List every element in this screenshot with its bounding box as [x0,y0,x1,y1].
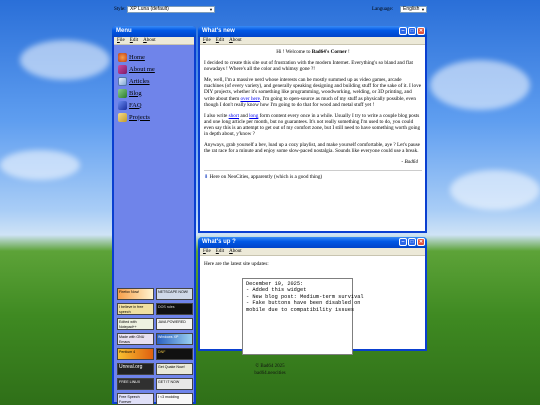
top-bar: Style: XP Luna (default) ▼ Language: Eng… [0,5,540,15]
window-controls: ‒ □ ✕ [399,238,425,246]
nav-item-home[interactable]: Home [118,51,155,63]
menubar-about[interactable]: About [229,248,242,255]
menubar-edit[interactable]: Edit [130,37,138,44]
menubar-file[interactable]: File [117,37,125,44]
nav-item-faq[interactable]: FAQ [118,99,155,111]
menu-window: Menu File Edit About Home About me Artic… [112,26,196,405]
updates-window-menubar: File Edit About [200,248,425,256]
updates-log-textarea[interactable]: December 19, 2025: - Added this widget -… [242,278,364,355]
menubar-about[interactable]: About [143,37,156,44]
nav-item-label: Home [129,53,145,61]
book-icon [118,64,127,74]
close-button[interactable]: ✕ [417,238,425,246]
nav-item-blog[interactable]: Blog [118,87,155,99]
updates-content: Here are the latest site updates: Decemb… [200,256,425,355]
menubar-edit[interactable]: Edit [216,37,224,44]
language-label: Language: [372,7,394,12]
badge-button[interactable]: DOS rules [156,303,193,315]
menubar-edit[interactable]: Edit [216,248,224,255]
badge-button[interactable]: I <3 modding [156,393,193,405]
style-label: Style: [114,7,126,12]
signature: - Bad64 [401,159,418,166]
style-select[interactable]: XP Luna (default) ▼ [127,6,215,13]
language-select[interactable]: English ▼ [400,6,427,13]
cloud [0,150,80,180]
short-form-link[interactable]: short [229,113,239,119]
badge-button[interactable]: Made with GNU Emacs [117,333,154,345]
chevron-down-icon: ▼ [209,7,213,12]
welcome-content: Hi ! Welcome to Bad64's Corner ! I decid… [200,45,425,231]
maximize-button[interactable]: □ [408,27,416,35]
badge-button[interactable]: NETSCAPE NOW! [156,288,193,300]
maximize-button[interactable]: □ [408,238,416,246]
nav-item-about-me[interactable]: About me [118,63,155,75]
nav-item-label: Projects [129,113,150,121]
updates-window-titlebar[interactable]: What's up ? ‒ □ ✕ [198,237,427,248]
closing-paragraph: Anyways, grab yourself a bev, load up a … [204,142,420,155]
updates-window: What's up ? ‒ □ ✕ File Edit About Here a… [198,237,427,355]
help-book-icon [118,100,127,110]
menubar-file[interactable]: File [203,248,211,255]
menubar-file[interactable]: File [203,37,211,44]
badge-button[interactable]: Free Speech Forever [117,393,154,405]
language-select-value: English [403,6,420,12]
nav-list: Home About me Articles Blog FAQ Projects [118,51,155,123]
footer-domain: bad64.neocities [254,371,286,376]
badge-button[interactable]: FREE LINUX [117,378,154,390]
menubar-about[interactable]: About [229,37,242,44]
badge-button[interactable]: Edited with Notepad++ [117,318,154,330]
close-button[interactable]: ✕ [417,27,425,35]
minimize-button[interactable]: ‒ [399,238,407,246]
intro-paragraph: I decided to create this site out of fru… [204,60,413,73]
notepad-icon [118,88,127,98]
writing-paragraph: I also write short and long form content… [204,112,421,138]
folder-icon [118,112,127,122]
style-select-value: XP Luna (default) [130,6,169,12]
house-icon [118,52,127,62]
nav-item-projects[interactable]: Projects [118,111,155,123]
badge-button[interactable]: Pentium 4 [117,348,154,360]
menu-window-menubar: File Edit About [114,37,194,45]
badge-button[interactable]: Windows XP [156,333,193,345]
welcome-window-titlebar[interactable]: What's new ‒ □ ✕ [198,26,427,37]
projects-link[interactable]: over here [240,96,259,102]
nav-item-label: Articles [129,77,150,85]
menu-body: Home About me Articles Blog FAQ Projects [114,45,194,405]
badge-button[interactable]: GET IT NOW [156,378,193,390]
window-controls: ‒ □ ✕ [399,27,425,35]
nav-item-label: FAQ [129,101,142,109]
cloud [20,40,110,80]
badge-button[interactable]: DNF [156,348,193,360]
about-paragraph: Me, well, I'm a massive nerd whose inter… [204,77,421,108]
welcome-window: What's new ‒ □ ✕ File Edit About Hi ! We… [198,26,427,233]
nav-item-label: About me [129,65,155,73]
badge-button[interactable]: I believe in free speech [117,303,154,315]
updates-window-title: What's up ? [202,239,236,245]
document-icon [118,76,127,86]
neocities-note: ⬇ Here on NeoCities, apparently (which i… [204,174,323,181]
menu-window-title: Menu [116,28,132,34]
site-name: Bad64's Corner [311,49,347,55]
nav-item-articles[interactable]: Articles [118,75,155,87]
long-form-link[interactable]: long [249,113,258,119]
nav-item-label: Blog [129,89,142,97]
menu-window-titlebar[interactable]: Menu [112,26,196,37]
cloud [450,170,540,210]
divider [204,170,422,172]
updates-intro: Here are the latest site updates: [204,261,269,267]
chevron-down-icon: ▼ [421,7,425,12]
welcome-window-menubar: File Edit About [200,37,425,45]
footer-copyright: © Bad64 2025 [255,364,285,369]
greeting: Hi ! Welcome to Bad64's Corner ! [276,49,350,55]
cloud [430,60,530,110]
minimize-button[interactable]: ‒ [399,27,407,35]
badge-button[interactable]: Firefox Now! [117,288,154,300]
welcome-window-title: What's new [202,28,235,34]
badge-button[interactable]: JAVA POWERED [156,318,193,330]
